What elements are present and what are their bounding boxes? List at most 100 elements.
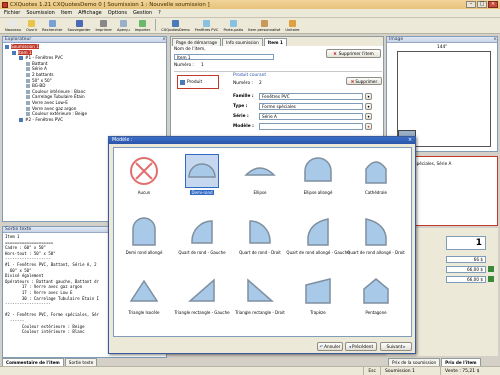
image-panel-title: Image (389, 37, 404, 42)
delete-item-button[interactable]: ✖ Supprimer l'item (326, 49, 381, 58)
model-edit-button[interactable]: ▾ (365, 123, 372, 130)
toolbar-button-5[interactable]: Aperçu (115, 18, 132, 33)
family-edit-button[interactable]: ▾ (365, 93, 372, 100)
toolbar-button-11[interactable]: Unitaire (283, 18, 301, 33)
status-bar: Esc Soumission 1 Vente : 75,21 $ (0, 366, 500, 375)
menu-item-6[interactable]: ? (158, 10, 161, 16)
price-field-3: 66,00 $ (446, 276, 486, 283)
tree-node-icon (26, 112, 30, 117)
bottom-tab-1[interactable]: Sortie texte (64, 358, 98, 366)
menu-item-2[interactable]: Item (61, 10, 72, 16)
refresh-icon[interactable] (488, 276, 494, 282)
pin-icon[interactable]: ⨯ (162, 37, 166, 42)
price-tab-1[interactable]: Prix de l'item (441, 358, 481, 366)
shape-option[interactable]: Triangle rectangle - Droit (234, 274, 286, 315)
next-button[interactable]: Suivant ▸ (380, 342, 412, 351)
tree-node-label: Soumission 1 (11, 44, 39, 49)
shape-option[interactable]: Ellipse (234, 154, 286, 195)
shape-icon (188, 163, 216, 178)
shape-option[interactable]: Quart de rond allongé - Gauche (286, 214, 350, 255)
shape-option[interactable]: Aucun (118, 154, 170, 195)
series-edit-button[interactable]: ▾ (365, 113, 372, 120)
type-select[interactable]: Forme spéciales (259, 103, 363, 110)
menu-item-0[interactable]: Fichier (4, 10, 20, 16)
tree-node-label: Item 1 (18, 49, 32, 55)
tree-node-icon (26, 67, 30, 72)
bottom-tabs: Commentaire de l'item Sortie texte (2, 358, 98, 366)
quantity-field[interactable]: 1 (446, 236, 486, 250)
tree-node-label: #2 - Fenêtres PVC (25, 116, 64, 122)
pin-icon[interactable]: ⨯ (493, 37, 497, 42)
dialog-close-button[interactable]: × (408, 137, 415, 144)
toolbar-icon (28, 20, 36, 27)
menu-item-5[interactable]: Gestion (133, 10, 152, 16)
close-button[interactable]: × (488, 1, 498, 8)
shape-option[interactable]: Ellipse allongé (292, 154, 344, 195)
series-select[interactable]: Série A (259, 113, 363, 120)
cancel-button[interactable]: ↶ Annuler (317, 342, 343, 351)
type-edit-button[interactable]: ▾ (365, 103, 372, 110)
tab-1[interactable]: Info soumission (222, 38, 263, 46)
toolbar-button-4[interactable]: Imprimer (94, 18, 115, 33)
shape-label: Quart de rond - Droit (239, 250, 281, 255)
tab-2[interactable]: Item 1 (263, 38, 287, 46)
tree-node[interactable]: #2 - Fenêtres PVC (5, 117, 164, 123)
price-tab-0[interactable]: Prix de la soumission (388, 358, 441, 366)
tree-node-label: 2 battants (32, 71, 54, 77)
toolbar-button-2[interactable]: Rechercher (40, 18, 64, 33)
toolbar-button-7[interactable]: CXQuotesDemo (159, 18, 191, 33)
refresh-icon[interactable] (488, 266, 494, 272)
toolbar-button-1[interactable]: Ouvrir (24, 18, 39, 33)
shape-option[interactable]: Pentagone (350, 274, 402, 315)
previous-button[interactable]: ◂ Précédent (345, 342, 377, 351)
item-name-label: Nom de l'item, (174, 47, 206, 52)
maximize-button[interactable]: □ (477, 1, 487, 8)
shape-option[interactable]: Demi-rond (176, 154, 228, 195)
toolbar-icon (119, 20, 127, 27)
toolbar-button-9[interactable]: Porte-patio (221, 18, 245, 33)
toolbar-icon (288, 20, 296, 27)
shape-option[interactable]: Triangle rectangle - Gauche (174, 274, 230, 315)
divider (174, 71, 382, 72)
tree-node-label: Verre avec Low-E (32, 99, 68, 105)
tab-0[interactable]: Page de démarrage (172, 38, 222, 46)
type-label: Type : (233, 104, 248, 109)
item-name-field[interactable]: Item 1 (174, 54, 274, 60)
status-esc: Esc (363, 366, 380, 375)
toolbar-icon (48, 20, 56, 27)
model-dialog: Modèle : × Aucun Demi-rond Ellipse Ellipse … (108, 136, 416, 354)
menu-item-3[interactable]: Affichage (78, 10, 102, 16)
product-button[interactable]: Produit (177, 75, 219, 89)
shape-option[interactable]: Cathédrale (350, 154, 402, 195)
toolbar-button-6[interactable]: Importer (133, 18, 153, 33)
shape-label: Quart de rond allongé - Droit (347, 250, 405, 255)
shape-label: Ellipse allongé (303, 190, 333, 195)
shape-icon (363, 278, 389, 304)
tree-node-label: BG-BD (32, 83, 46, 89)
family-select[interactable]: Fenêtres PVC (259, 93, 363, 100)
toolbar-button-0[interactable]: Nouveau (3, 18, 23, 33)
shape-label: Quart de rond - Gauche (178, 250, 226, 255)
shape-option[interactable]: Quart de rond - Gauche (176, 214, 228, 255)
shape-option[interactable]: Triangle Isocèle (118, 274, 170, 315)
shape-option[interactable]: Demi rond allongé (118, 214, 170, 255)
delete-product-button[interactable]: ✖ Supprimer (346, 77, 382, 85)
toolbar-button-3[interactable]: Sauvegarder (66, 18, 93, 33)
item-number-label: Numéro : (174, 63, 194, 68)
shape-option[interactable]: Quart de rond allongé - Droit (347, 214, 405, 255)
explorer-title: Explorateur (5, 37, 32, 42)
menu-item-1[interactable]: Soumission (26, 10, 55, 16)
shape-option[interactable]: Trapèze (292, 274, 344, 315)
tree-node-label: Battant (32, 60, 48, 66)
shape-icon (244, 167, 276, 176)
toolbar-label: Fenêtres PVC (194, 28, 219, 32)
bottom-tab-0[interactable]: Commentaire de l'item (2, 358, 64, 366)
model-select[interactable] (259, 123, 363, 130)
menu-item-4[interactable]: Options (108, 10, 127, 16)
tree-node-icon (12, 50, 16, 55)
toolbar-button-8[interactable]: Fenêtres PVC (193, 18, 221, 33)
tree-node-label: Couleur extérieure : Beige (32, 111, 88, 117)
toolbar-button-10[interactable]: Item personnalisé (246, 18, 282, 33)
shape-option[interactable]: Quart de rond - Droit (234, 214, 286, 255)
minimize-button[interactable]: – (466, 1, 476, 8)
